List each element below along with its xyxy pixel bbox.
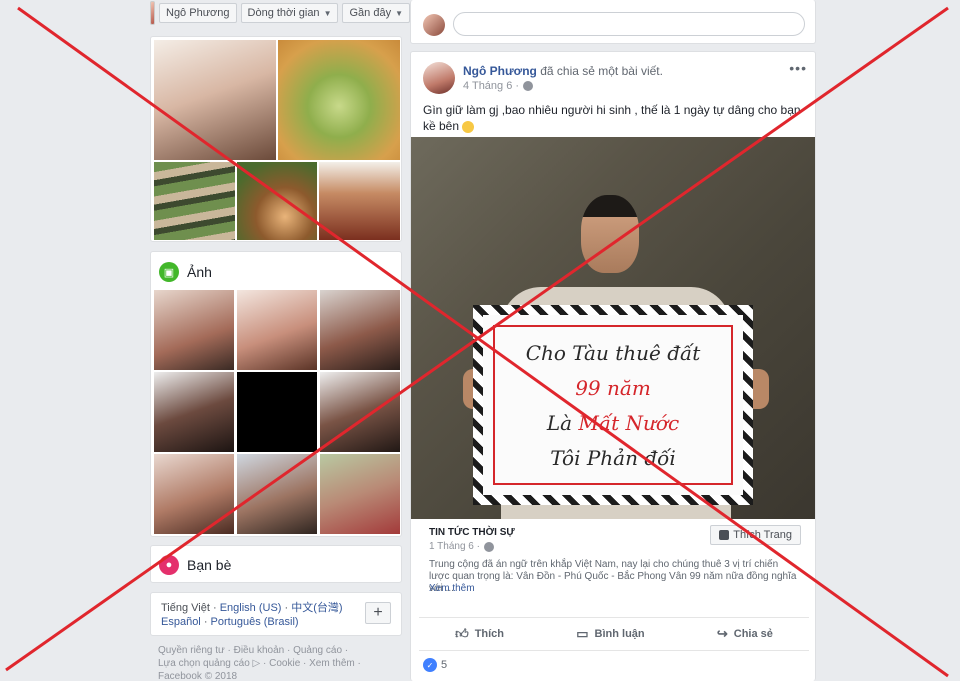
reaction-count: 5 (441, 659, 448, 671)
photos-title: Ảnh (187, 264, 212, 280)
post-author-name[interactable]: Ngô Phương (463, 64, 537, 78)
featured-photo[interactable] (278, 40, 400, 160)
sign-line-4: Tôi Phản đối (550, 445, 676, 470)
post-author-line: Ngô Phương đã chia sẻ một bài viết. (463, 64, 663, 78)
featured-photo[interactable] (154, 40, 276, 160)
footer-line-2[interactable]: Lựa chọn quảng cáo ▷ · Cookie · Xem thêm… (158, 657, 398, 670)
photo-icon: ▣ (159, 262, 179, 282)
laughing-emoji-icon (462, 120, 475, 133)
footer-links: Quyền riêng tư · Điều khoản · Quảng cáo … (158, 644, 398, 681)
globe-icon (523, 81, 534, 91)
footer-line-1[interactable]: Quyền riêng tư · Điều khoản · Quảng cáo … (158, 644, 398, 657)
like-page-button[interactable]: Thích Trang (710, 525, 801, 545)
comment-input[interactable] (453, 12, 805, 36)
thumbs-up-icon: 👍︎ (455, 626, 469, 641)
timeline-dropdown[interactable]: Dòng thời gian ▼ (240, 3, 339, 23)
protest-sign-text: Cho Tàu thuê đất 99 năm Là Mất Nước Tôi … (493, 325, 733, 485)
post-text: Gìn giữ làm gj ,bao nhiêu người hi sinh … (423, 102, 809, 134)
featured-photo[interactable] (237, 162, 317, 240)
timeline-filter-bar: Ngô Phương Dòng thời gian ▼ Gần đây ▼ (150, 0, 410, 26)
photo-thumbnail[interactable] (320, 372, 400, 452)
post-action-text: đã chia sẻ một bài viết. (540, 64, 663, 78)
profile-avatar[interactable] (150, 1, 155, 25)
shared-page-name[interactable]: TIN TỨC THỜI SỰ (429, 527, 515, 538)
shared-post-preview[interactable]: TIN TỨC THỜI SỰ 1 Tháng 6 · Thích Trang … (419, 523, 809, 609)
reaction-summary[interactable]: ✓ 5 (423, 658, 447, 672)
sign-line-3a: Là (546, 410, 573, 435)
post-timestamp[interactable]: 4 Tháng 6 · (463, 80, 534, 92)
globe-icon (483, 541, 494, 552)
photo-thumbnail[interactable] (154, 372, 234, 452)
language-link-english[interactable]: English (US) (220, 602, 282, 614)
photos-header[interactable]: ▣ Ảnh (151, 252, 401, 292)
like-page-label: Thích Trang (733, 529, 792, 541)
photo-thumbnail[interactable] (320, 290, 400, 370)
profile-name: Ngô Phương (166, 7, 230, 19)
post-action-bar: 👍︎ Thích ▭ Bình luận ↪ Chia sẻ (419, 617, 809, 651)
friends-header[interactable]: ● Bạn bè (151, 546, 401, 584)
add-language-button[interactable]: + (365, 602, 391, 624)
footer-copyright: Facebook © 2018 (158, 671, 238, 681)
photo-grid (154, 290, 400, 534)
photo-person-head (581, 195, 639, 273)
photo-thumbnail[interactable] (320, 454, 400, 534)
language-current: Tiếng Việt (161, 602, 210, 614)
more-options-icon[interactable]: ••• (789, 60, 807, 76)
comment-label: Bình luận (594, 628, 645, 640)
language-line-1: Tiếng Việt · English (US) · 中文(台灣) (161, 602, 343, 614)
chevron-down-icon: ▼ (323, 8, 332, 18)
share-button[interactable]: ↪ Chia sẻ (717, 626, 773, 642)
avatar (423, 14, 445, 36)
like-label: Thích (474, 628, 505, 640)
shared-post-description: Trung cộng đã án ngữ trên khắp Việt Nam,… (429, 559, 797, 594)
share-label: Chia sẻ (733, 628, 773, 640)
post-date: 4 Tháng 6 · (463, 80, 520, 92)
share-icon: ↪ (716, 626, 728, 641)
shared-post: Ngô Phương đã chia sẻ một bài viết. 4 Th… (410, 51, 816, 681)
photo-thumbnail[interactable] (154, 290, 234, 370)
like-reaction-icon: ✓ (423, 658, 437, 672)
friends-icon: ● (159, 555, 179, 575)
sign-line-3b: Mất Nước (578, 410, 680, 435)
featured-photo[interactable] (319, 162, 400, 240)
photo-thumbnail[interactable] (237, 372, 317, 452)
post-author-avatar[interactable] (423, 62, 455, 94)
see-more-link[interactable]: Xem thêm (429, 583, 475, 594)
sign-line-2: 99 năm (575, 375, 651, 400)
protest-sign: Cho Tàu thuê đất 99 năm Là Mất Nước Tôi … (473, 305, 753, 505)
language-link-portuguese[interactable]: Português (Brasil) (211, 616, 299, 628)
chevron-down-icon: ▼ (395, 8, 403, 18)
comment-button[interactable]: ▭ Bình luận (576, 626, 644, 642)
language-link-chinese[interactable]: 中文(台灣) (291, 602, 342, 614)
photo-thumbnail[interactable] (237, 454, 317, 534)
post-text-content: Gìn giữ làm gj ,bao nhiêu người hi sinh … (423, 103, 801, 133)
featured-photo[interactable] (154, 162, 235, 240)
language-selector-card: Tiếng Việt · English (US) · 中文(台灣) Españ… (150, 592, 402, 636)
timeline-label: Dòng thời gian (247, 7, 320, 19)
sign-line-1: Cho Tàu thuê đất (525, 340, 701, 365)
post-photo[interactable]: Cho Tàu thuê đất 99 năm Là Mất Nước Tôi … (411, 137, 815, 519)
shared-post-date: 1 Tháng 6 · (429, 541, 480, 552)
comment-composer-strip (410, 0, 816, 44)
profile-name-button[interactable]: Ngô Phương (159, 3, 237, 23)
thumbs-up-icon (719, 530, 730, 540)
shared-post-time: 1 Tháng 6 · (429, 541, 494, 552)
language-line-2: Español · Português (Brasil) (161, 616, 299, 628)
comment-icon: ▭ (576, 626, 589, 641)
recent-dropdown[interactable]: Gần đây ▼ (342, 3, 410, 23)
featured-photos-card (150, 36, 402, 242)
sign-line-3: Là Mất Nước (547, 411, 679, 435)
photo-thumbnail[interactable] (154, 454, 234, 534)
friends-card: ● Bạn bè (150, 545, 402, 583)
photos-card: ▣ Ảnh (150, 251, 402, 537)
recent-label: Gần đây (349, 7, 392, 19)
like-button[interactable]: 👍︎ Thích (455, 626, 504, 642)
photo-thumbnail[interactable] (237, 290, 317, 370)
friends-title: Bạn bè (187, 557, 232, 573)
language-link-spanish[interactable]: Español (161, 616, 201, 628)
